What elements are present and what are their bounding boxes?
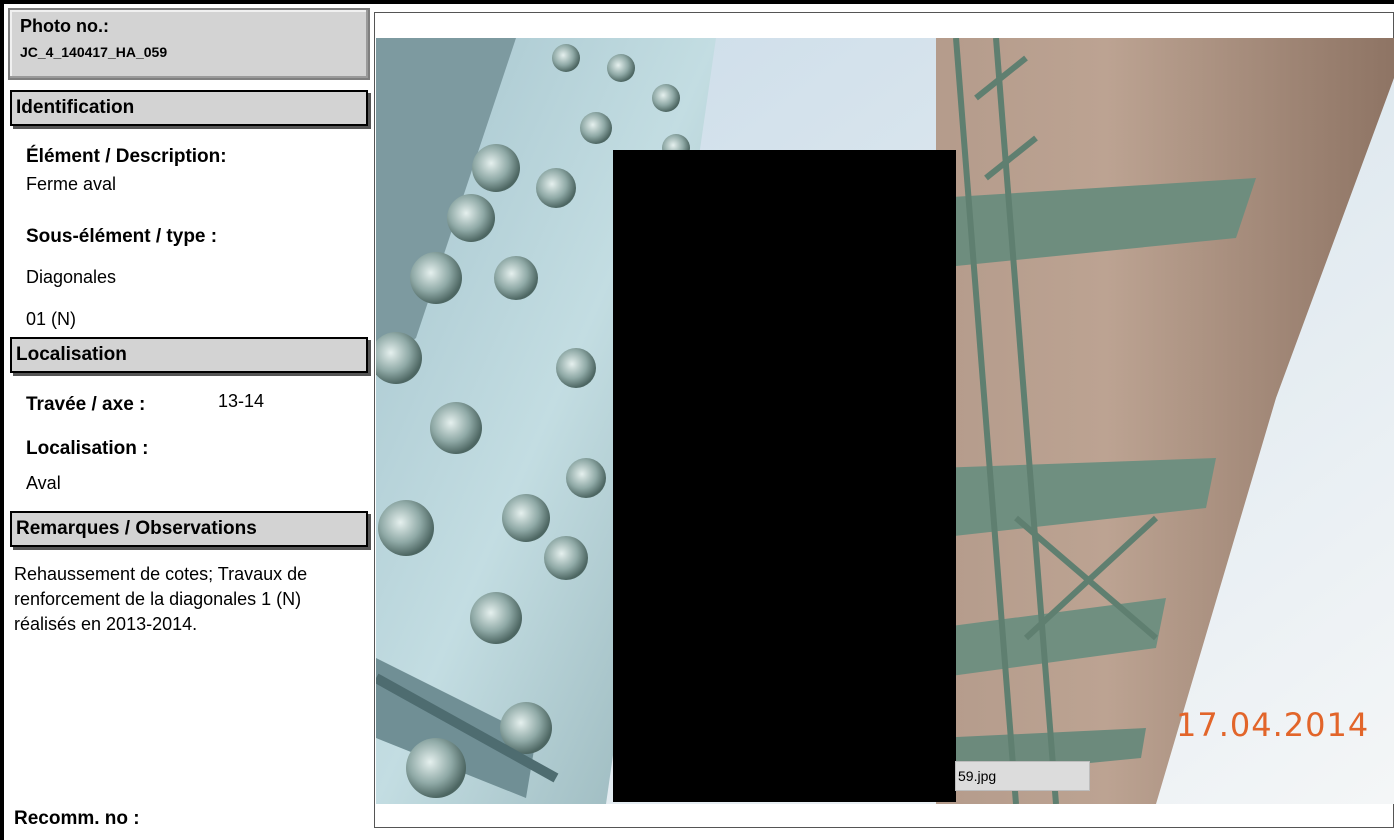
- span-axis-value: 13-14: [218, 391, 265, 411]
- localisation-value: Aval: [26, 473, 61, 493]
- sub-element-label: Sous-élément / type :: [26, 226, 218, 247]
- photo-number-box: Photo no.: JC_4_140417_HA_059: [8, 8, 370, 80]
- remarks-header: Remarques / Observations: [10, 511, 368, 547]
- left-frame-border: [0, 0, 4, 840]
- remarks-line: Rehaussement de cotes; Travaux de: [14, 564, 308, 584]
- remarks-line: renforcement de la diagonales 1 (N): [14, 589, 302, 609]
- photo-number-label: Photo no.:: [20, 16, 109, 36]
- filename-tag: 59.jpg: [955, 761, 1090, 791]
- recommendation-label: Recomm. no :: [14, 808, 140, 829]
- photo-date-stamp: 17.04.2014: [1176, 706, 1370, 744]
- photo-number-value: JC_4_140417_HA_059: [20, 44, 168, 60]
- sub-element-value: Diagonales: [26, 267, 117, 287]
- remarks-text: Rehaussement de cotes; Travaux de renfor…: [14, 562, 364, 637]
- top-frame-border: [0, 0, 1394, 4]
- remarks-line: réalisés en 2013-2014.: [14, 614, 198, 634]
- redaction-block: [613, 150, 956, 802]
- sub-element-code: 01 (N): [26, 309, 77, 329]
- identification-header: Identification: [10, 90, 368, 126]
- localisation-header: Localisation: [10, 337, 368, 373]
- localisation-label: Localisation :: [26, 438, 149, 459]
- span-axis-label: Travée / axe :: [26, 394, 146, 415]
- element-description-value: Ferme aval: [26, 174, 117, 194]
- element-description-label: Élément / Description:: [26, 146, 227, 167]
